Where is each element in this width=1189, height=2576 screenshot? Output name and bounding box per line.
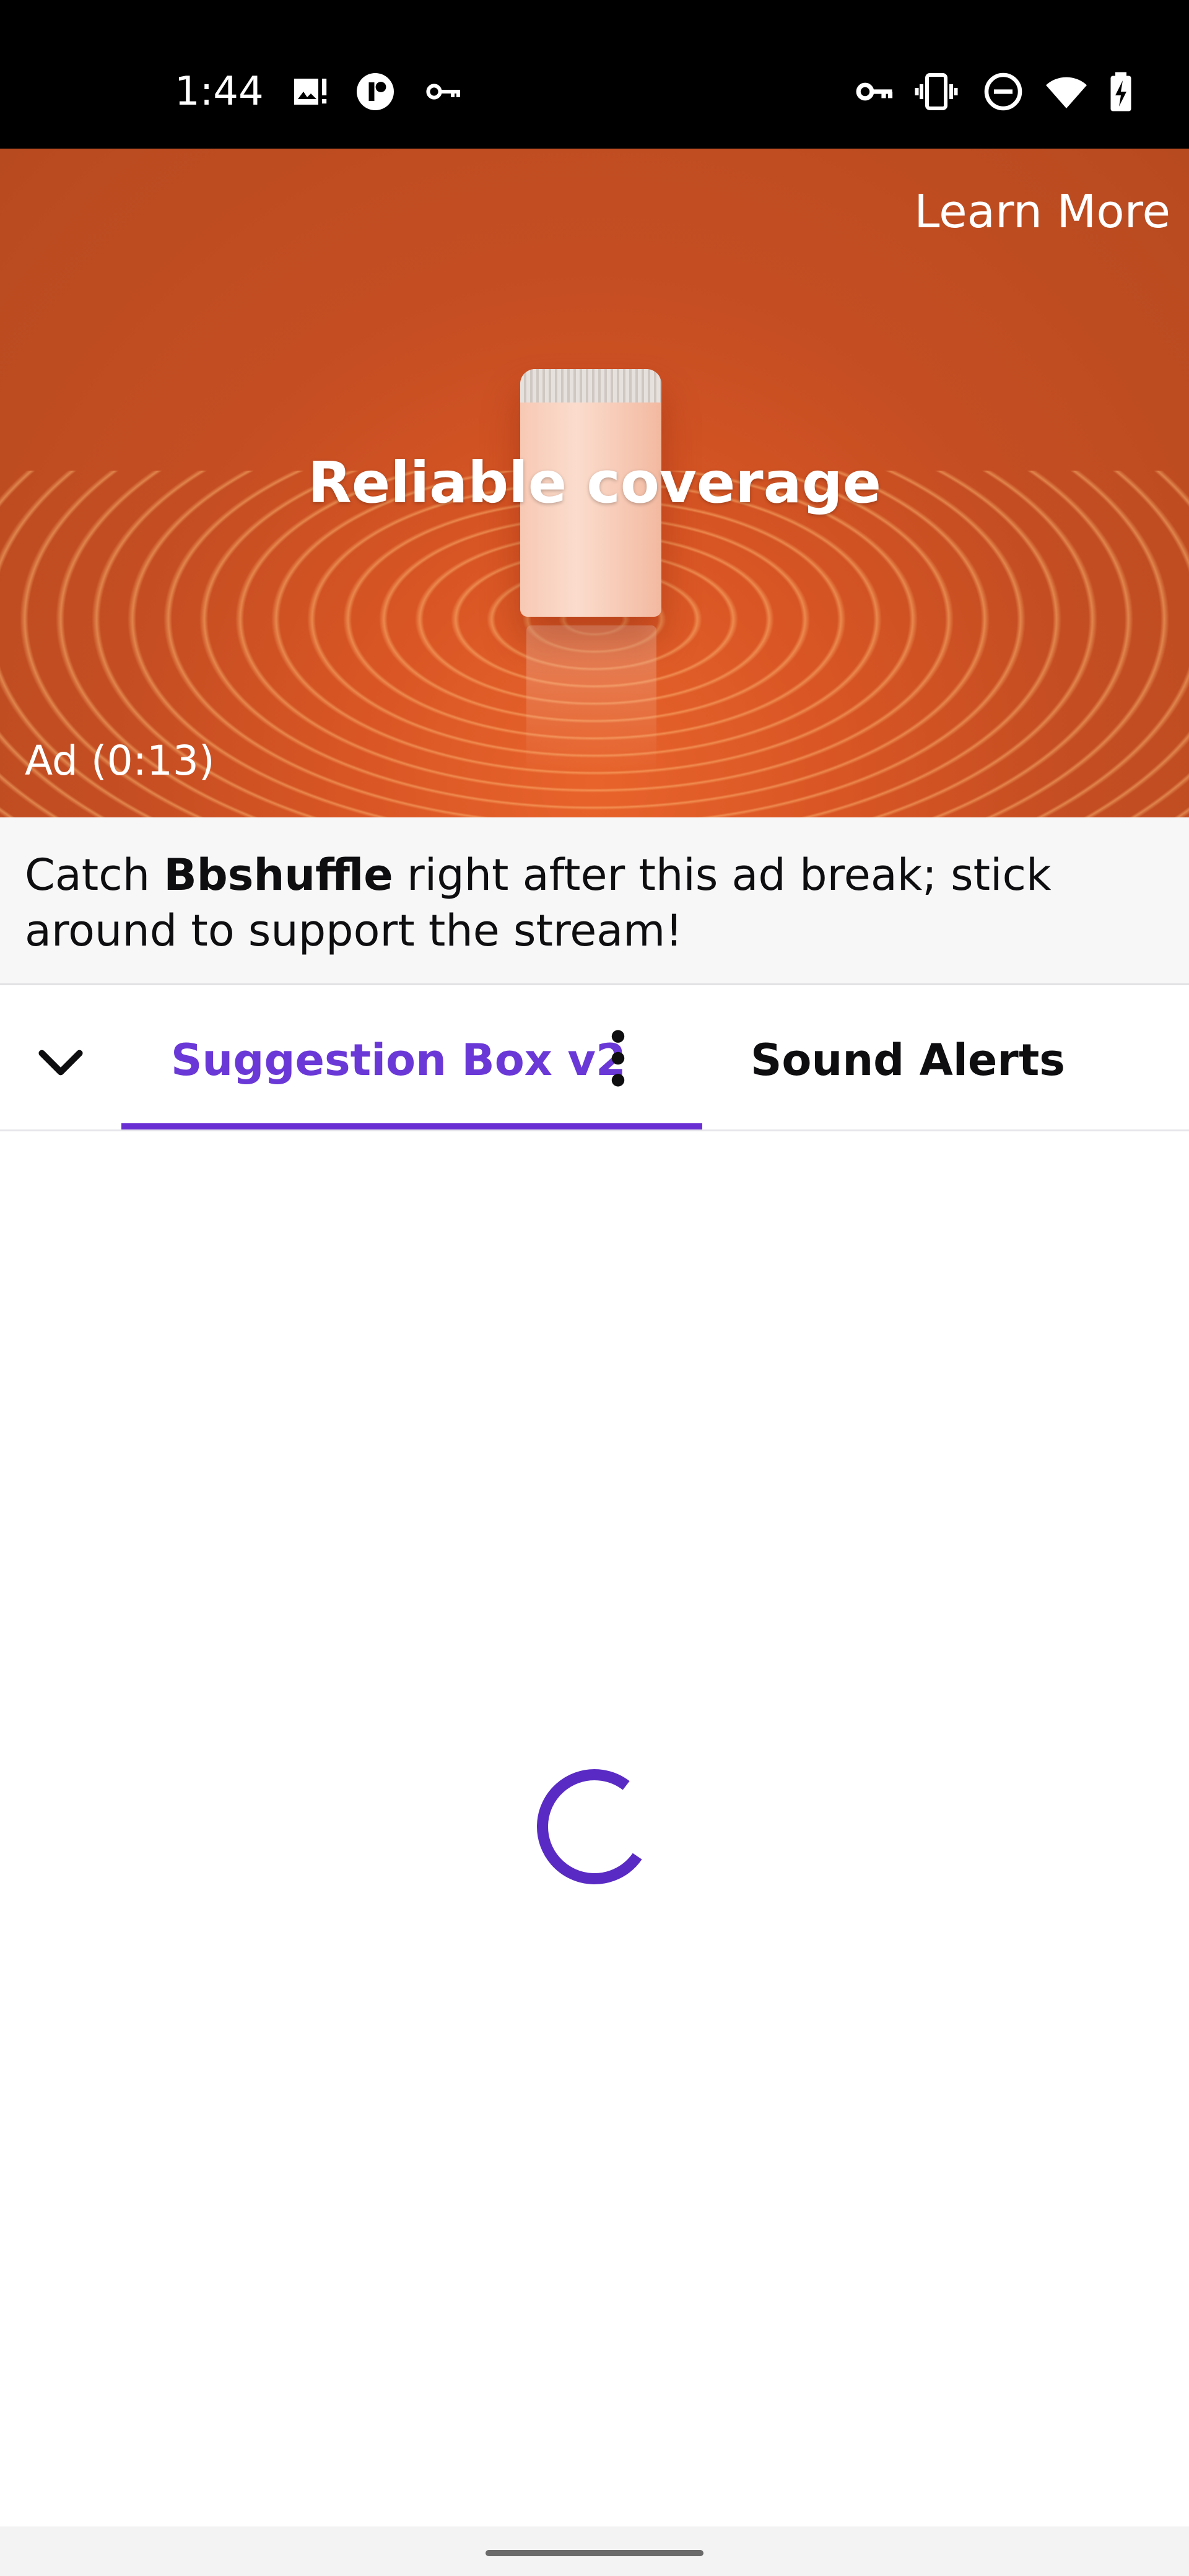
extensions-tab-bar: Suggestion Box v2 Sound Alerts xyxy=(0,986,1189,1131)
ad-video[interactable]: Reliable coverage Learn More Ad (0:13) xyxy=(0,149,1189,817)
tab-sound-alerts[interactable]: Sound Alerts xyxy=(702,986,1189,1129)
loading-spinner xyxy=(533,1765,656,1889)
vibrate-icon xyxy=(914,69,959,114)
more-vertical-icon[interactable] xyxy=(588,1024,648,1092)
vpn-key-icon xyxy=(852,69,897,114)
ad-break-prefix: Catch xyxy=(25,850,164,900)
learn-more-link[interactable]: Learn More xyxy=(914,181,1170,243)
status-bar: 1:44 xyxy=(0,0,1189,149)
gallery-alert-icon xyxy=(289,69,333,114)
ad-break-banner: Catch Bbshuffle right after this ad brea… xyxy=(0,817,1189,985)
tab-label: Sound Alerts xyxy=(751,1035,1065,1086)
ad-timer: Ad (0:13) xyxy=(25,737,215,785)
do-not-disturb-icon xyxy=(981,69,1026,114)
key-icon xyxy=(421,69,466,114)
wifi-icon xyxy=(1044,69,1089,114)
battery-charging-icon xyxy=(1099,69,1143,114)
ad-headline: Reliable coverage xyxy=(307,450,882,516)
active-tab-indicator xyxy=(121,1123,702,1129)
status-time: 1:44 xyxy=(175,69,264,115)
extension-content xyxy=(0,1131,1189,2526)
app-circle-icon xyxy=(353,69,398,114)
channel-name: Bbshuffle xyxy=(163,850,393,900)
ad-device-reflection xyxy=(526,625,656,774)
home-gesture-handle[interactable] xyxy=(486,2550,703,2556)
navigation-bar xyxy=(0,2526,1189,2576)
ad-break-message: Catch Bbshuffle right after this ad brea… xyxy=(25,847,1164,959)
chevron-down-icon[interactable] xyxy=(28,1030,93,1095)
tab-label: Suggestion Box v2 xyxy=(171,1035,626,1086)
